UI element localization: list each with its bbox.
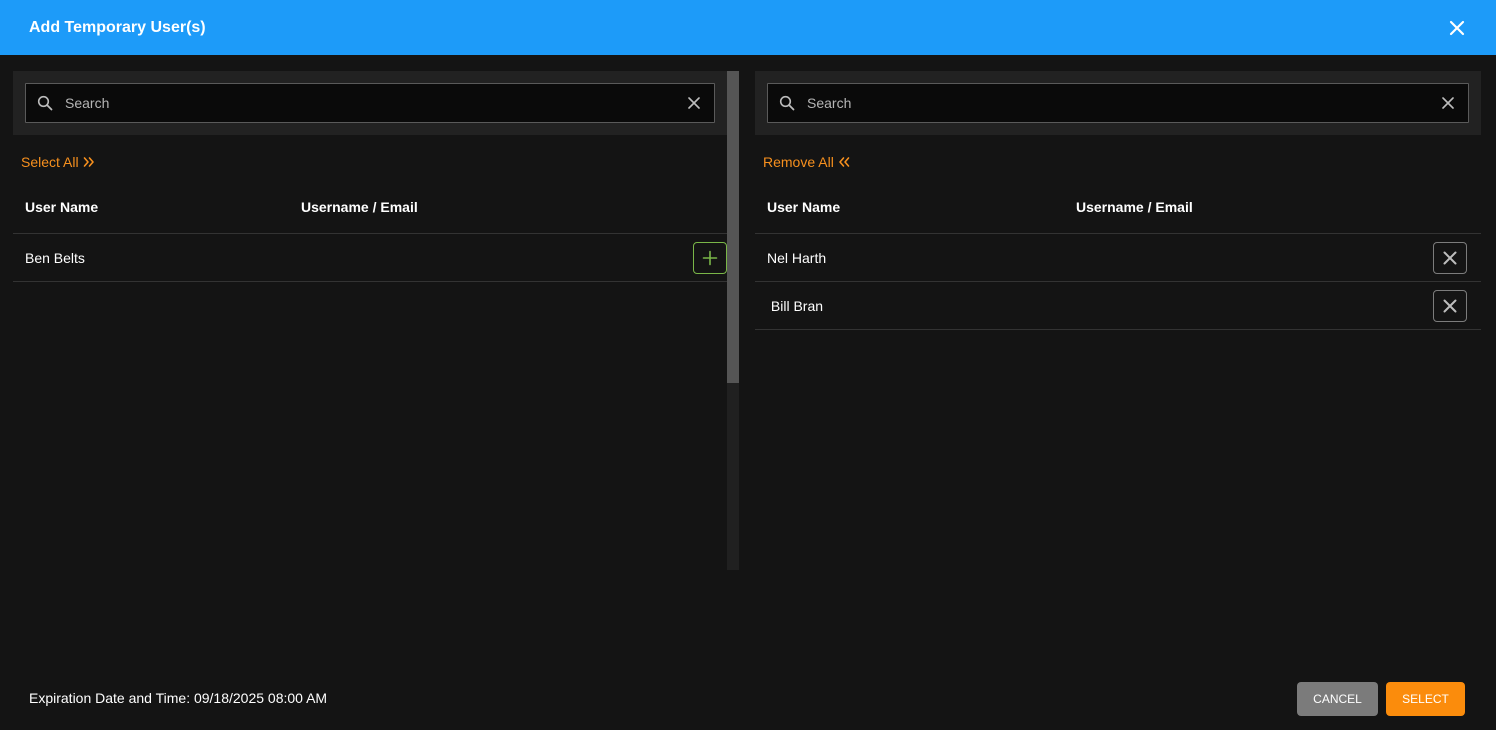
expiration-text: Expiration Date and Time: 09/18/2025 08:… (29, 690, 328, 706)
table-header: User Name Username / Email (755, 181, 1481, 234)
search-bar (13, 71, 727, 135)
select-all-link[interactable]: Select All (21, 154, 95, 170)
table-header: User Name Username / Email (13, 181, 727, 234)
user-name-cell: Bill Bran (767, 297, 824, 314)
scrollbar[interactable] (727, 71, 739, 570)
user-name-cell: Nel Harth (767, 249, 827, 266)
close-icon (1443, 251, 1457, 265)
column-username-email: Username / Email (1076, 199, 1193, 215)
close-icon (1443, 299, 1457, 313)
dialog-header: Add Temporary User(s) (0, 0, 1496, 55)
clear-search-icon[interactable] (686, 95, 702, 111)
available-users-panel: Select All User Name Username / Email Be… (13, 71, 727, 570)
search-box (767, 83, 1469, 123)
close-icon[interactable] (1446, 17, 1468, 39)
select-all-label: Select All (21, 154, 79, 170)
remove-all-link[interactable]: Remove All (763, 154, 850, 170)
search-bar (755, 71, 1481, 135)
search-input[interactable] (807, 95, 1440, 111)
search-input[interactable] (65, 95, 686, 111)
double-chevron-right-icon (83, 157, 94, 167)
add-user-button[interactable] (693, 242, 727, 274)
remove-user-button[interactable] (1433, 290, 1467, 322)
double-chevron-left-icon (839, 157, 850, 167)
remove-user-button[interactable] (1433, 242, 1467, 274)
dialog-title: Add Temporary User(s) (29, 18, 206, 36)
plus-icon (702, 250, 718, 266)
table-row: Ben Belts (13, 234, 727, 282)
table-row: Bill Bran (755, 282, 1481, 330)
remove-all-label: Remove All (763, 154, 834, 170)
column-user-name: User Name (767, 199, 841, 215)
clear-search-icon[interactable] (1440, 95, 1456, 111)
selected-users-panel: Remove All User Name Username / Email Ne… (755, 71, 1481, 570)
table-row: Nel Harth (755, 234, 1481, 282)
scrollbar-thumb[interactable] (727, 71, 739, 383)
search-icon (36, 94, 54, 112)
cancel-button[interactable]: CANCEL (1297, 682, 1378, 716)
column-username-email: Username / Email (301, 199, 418, 215)
column-user-name: User Name (25, 199, 99, 215)
user-name-cell: Ben Belts (25, 249, 85, 266)
search-icon (778, 94, 796, 112)
search-box (25, 83, 715, 123)
select-button[interactable]: SELECT (1386, 682, 1465, 716)
